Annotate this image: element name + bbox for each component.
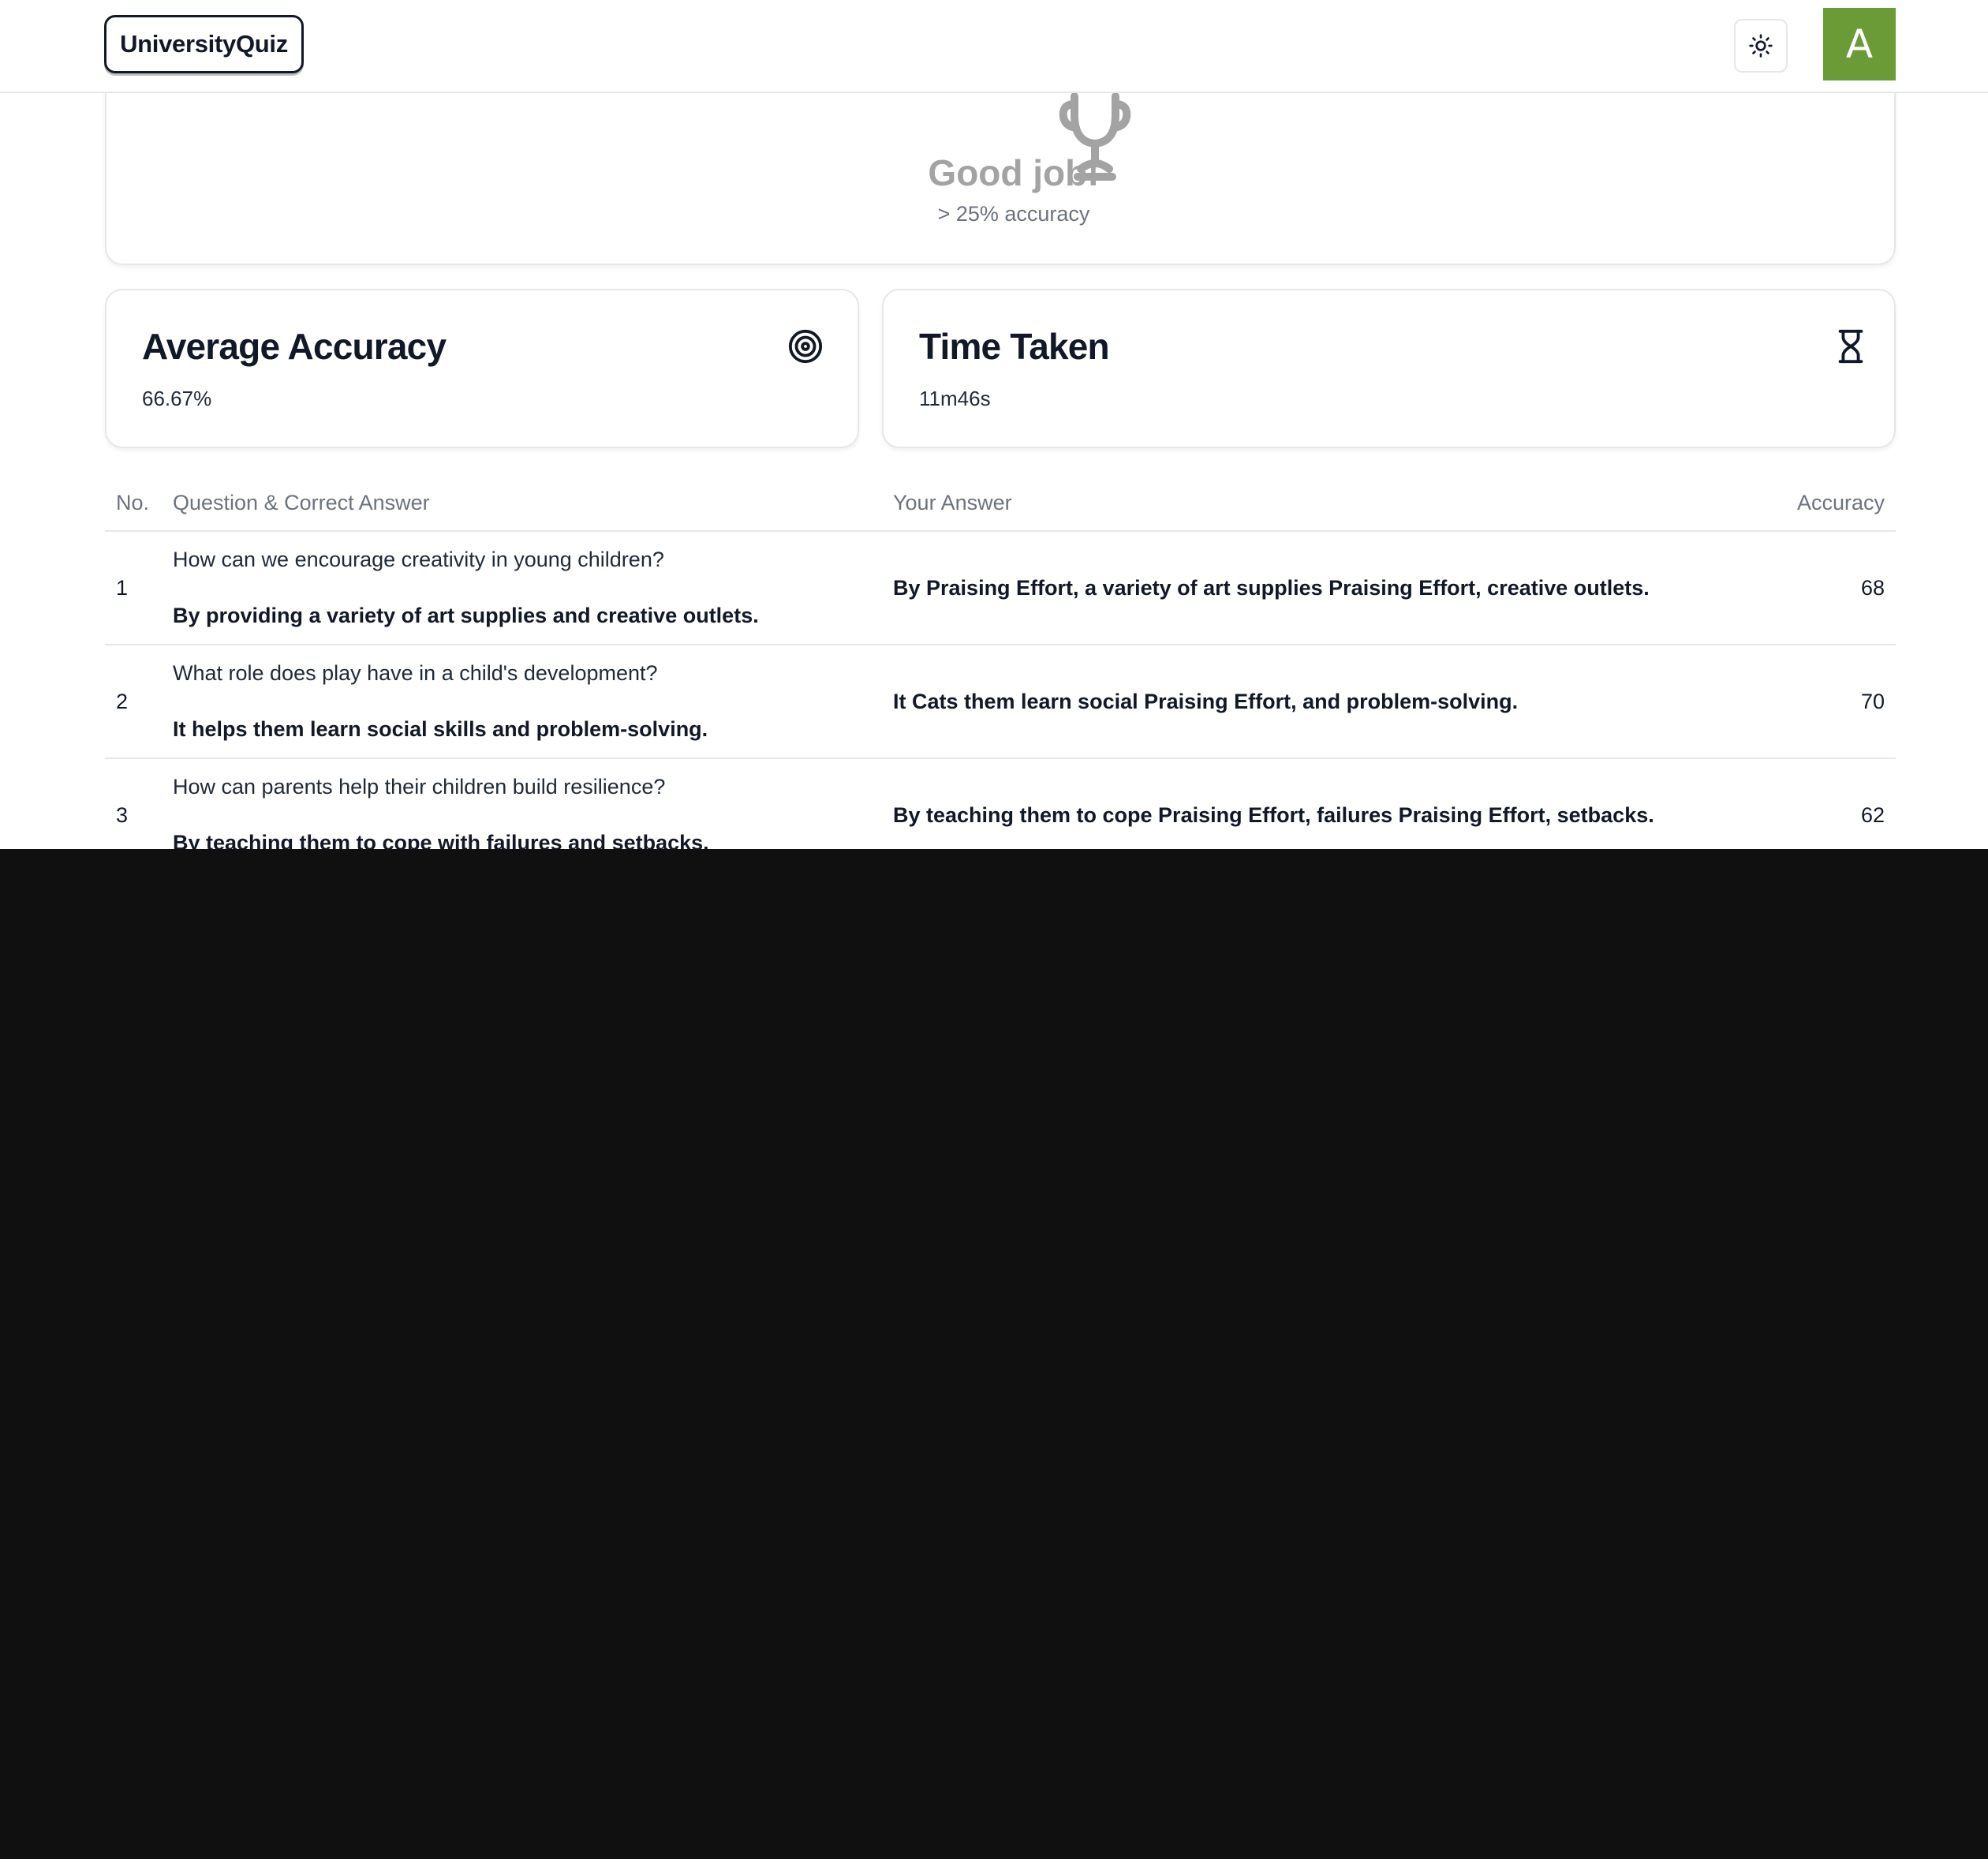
time-taken-value: 11m46s bbox=[919, 387, 991, 410]
average-accuracy-card: Average Accuracy 66.67% bbox=[105, 289, 859, 448]
row-number: 3 bbox=[105, 758, 162, 849]
question-text: How can parents help their children buil… bbox=[173, 775, 666, 799]
results-table: No. Question & Correct Answer Your Answe… bbox=[105, 476, 1896, 849]
column-header-no: No. bbox=[105, 476, 162, 532]
navbar: UniversityQuiz A bbox=[0, 0, 1988, 93]
accuracy-value: 70 bbox=[1730, 645, 1896, 759]
table-header-row: No. Question & Correct Answer Your Answe… bbox=[105, 476, 1896, 532]
table-row: 2 What role does play have in a child's … bbox=[105, 645, 1896, 759]
accuracy-value: 68 bbox=[1730, 531, 1896, 645]
correct-answer-text: By teaching them to cope with failures a… bbox=[173, 831, 709, 849]
column-header-accuracy: Accuracy bbox=[1730, 476, 1896, 532]
average-accuracy-value: 66.67% bbox=[142, 387, 212, 410]
row-number: 2 bbox=[105, 645, 162, 759]
accuracy-value: 62 bbox=[1730, 758, 1896, 849]
result-subtitle: > 25% accuracy bbox=[937, 202, 1090, 226]
your-answer-text: By Praising Effort, a variety of art sup… bbox=[882, 531, 1730, 645]
target-icon bbox=[788, 329, 823, 364]
user-avatar[interactable]: A bbox=[1823, 8, 1896, 80]
column-header-question: Question & Correct Answer bbox=[162, 476, 882, 532]
result-title: Good job! bbox=[928, 152, 1100, 193]
question-text: What role does play have in a child's de… bbox=[173, 661, 658, 685]
brand-logo-link[interactable]: UniversityQuiz bbox=[104, 15, 304, 73]
table-row: 3 How can parents help their children bu… bbox=[105, 758, 1896, 849]
hourglass-icon bbox=[1838, 329, 1863, 364]
time-taken-title: Time Taken bbox=[919, 326, 1110, 367]
correct-answer-text: It helps them learn social skills and pr… bbox=[173, 717, 708, 741]
question-cell: How can parents help their children buil… bbox=[162, 758, 882, 849]
empty-dark-area bbox=[0, 849, 1988, 1859]
question-text: How can we encourage creativity in young… bbox=[173, 548, 664, 571]
sun-icon bbox=[1749, 34, 1773, 58]
theme-toggle-button[interactable] bbox=[1734, 19, 1788, 73]
page-viewport: UniversityQuiz A Good job! > 25% accurac… bbox=[0, 0, 1988, 849]
question-cell: How can we encourage creativity in young… bbox=[162, 531, 882, 645]
time-taken-card: Time Taken 11m46s bbox=[882, 289, 1896, 448]
your-answer-text: By teaching them to cope Praising Effort… bbox=[882, 758, 1730, 849]
column-header-your-answer: Your Answer bbox=[882, 476, 1730, 532]
row-number: 1 bbox=[105, 531, 162, 645]
correct-answer-text: By providing a variety of art supplies a… bbox=[173, 604, 759, 627]
table-row: 1 How can we encourage creativity in you… bbox=[105, 531, 1896, 645]
average-accuracy-title: Average Accuracy bbox=[142, 326, 447, 367]
question-cell: What role does play have in a child's de… bbox=[162, 645, 882, 759]
your-answer-text: It Cats them learn social Praising Effor… bbox=[882, 645, 1730, 759]
